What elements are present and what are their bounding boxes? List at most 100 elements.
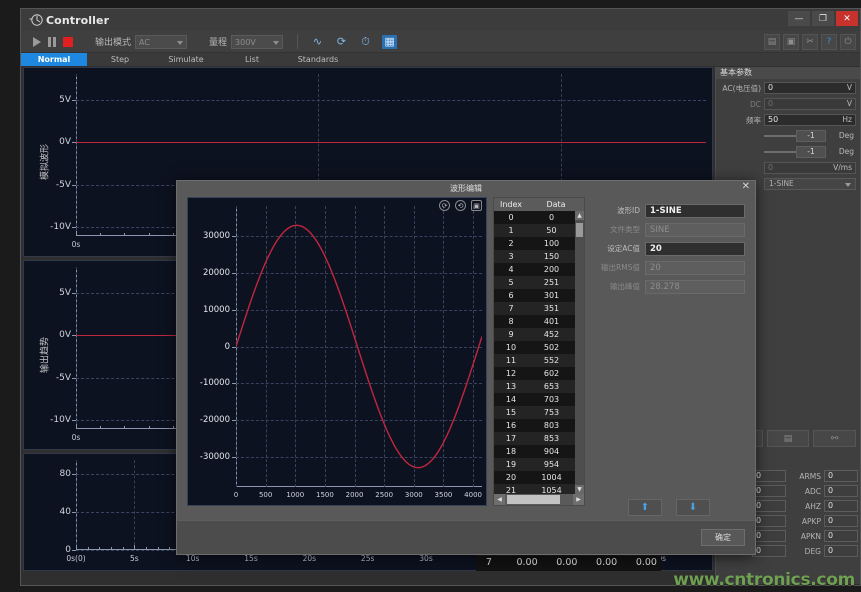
help-icon[interactable]: ? — [821, 34, 837, 50]
upload-icon[interactable]: ⬆ — [628, 499, 662, 516]
pause-icon[interactable] — [48, 37, 56, 47]
snapshot-icon[interactable]: ▣ — [471, 200, 482, 211]
waveform-editor-chart[interactable]: ⟳ ⟲ ▣ 3000020000100000-10000-20000-30000… — [187, 197, 487, 506]
close-button[interactable]: ✕ — [836, 11, 858, 26]
play-icon[interactable] — [33, 37, 41, 47]
waveform-plot-area[interactable]: 3000020000100000-10000-20000-30000050010… — [236, 206, 482, 487]
measurement-value[interactable]: 0 — [752, 470, 786, 482]
phase-icon[interactable]: ⟳ — [334, 35, 349, 49]
table-header: Index Data — [494, 198, 584, 211]
ok-button[interactable]: 确定 — [701, 529, 745, 546]
table-horizontal-scrollbar[interactable]: ◀ ▶ — [494, 494, 584, 505]
output-rms-field[interactable]: 20 — [645, 261, 745, 275]
table-row[interactable]: 2100 — [494, 237, 575, 250]
ac-voltage-field[interactable]: 0 V — [764, 82, 856, 94]
phase-start-slider[interactable]: -1 Deg — [764, 130, 856, 142]
measurement-value[interactable]: 0 — [824, 515, 858, 527]
table-row[interactable]: 13653 — [494, 380, 575, 393]
zoom-in-icon[interactable]: ⟳ — [439, 200, 450, 211]
table-row[interactable]: 8401 — [494, 315, 575, 328]
table-row[interactable]: 19954 — [494, 458, 575, 471]
table-rows[interactable]: 0015021003150420052516301735184019452105… — [494, 211, 575, 494]
measurement-value[interactable]: 0 — [752, 485, 786, 497]
scroll-thumb[interactable] — [576, 223, 583, 237]
table-row[interactable]: 12602 — [494, 367, 575, 380]
x-axis-minor-tick — [146, 547, 147, 550]
table-row[interactable]: 3150 — [494, 250, 575, 263]
set-ac-field[interactable]: 20 — [645, 242, 745, 256]
maximize-button[interactable]: ❐ — [812, 11, 834, 26]
tab-step[interactable]: Step — [87, 53, 153, 66]
table-row[interactable]: 18904 — [494, 445, 575, 458]
table-vertical-scrollbar[interactable]: ▲ ▼ — [575, 211, 584, 494]
table-row[interactable]: 15753 — [494, 406, 575, 419]
table-row[interactable]: 9452 — [494, 328, 575, 341]
table-row[interactable]: 211054 — [494, 484, 575, 494]
hscroll-thumb[interactable] — [507, 495, 560, 504]
table-row[interactable]: 7351 — [494, 302, 575, 315]
timer-icon[interactable]: ⏱ — [358, 35, 373, 49]
table-row[interactable]: 4200 — [494, 263, 575, 276]
tab-standards[interactable]: Standards — [285, 53, 351, 66]
phase-stop-value[interactable]: -1 — [796, 146, 826, 158]
ac-voltage-value: 0 — [768, 83, 773, 92]
measurement-value[interactable]: 0 — [824, 470, 858, 482]
grid-icon[interactable]: ▤ — [764, 34, 780, 50]
x-axis-minor-tick — [100, 426, 101, 429]
download-icon[interactable]: ⬇ — [676, 499, 710, 516]
file-type-field[interactable]: SINE — [645, 223, 745, 237]
x-axis-minor-tick — [134, 545, 135, 550]
table-row[interactable]: 201004 — [494, 471, 575, 484]
table-row[interactable]: 150 — [494, 224, 575, 237]
phase-stop-slider[interactable]: -1 Deg — [764, 146, 856, 158]
ac-voltage-unit: V — [847, 83, 852, 93]
tab-list[interactable]: List — [219, 53, 285, 66]
waveform-id-field[interactable]: 1-SINE — [645, 204, 745, 218]
cut-icon[interactable]: ✂ — [802, 34, 818, 50]
output-mode-select[interactable]: AC — [135, 35, 187, 49]
table-row[interactable]: 5251 — [494, 276, 575, 289]
zoom-out-icon[interactable]: ⟲ — [455, 200, 466, 211]
measurement-value[interactable]: 0 — [824, 530, 858, 542]
measurement-value[interactable]: 0 — [824, 545, 858, 557]
slew-rate-field[interactable]: 0 V/ms — [764, 162, 856, 174]
table-row[interactable]: 00 — [494, 211, 575, 224]
dc-voltage-field[interactable]: 0 V — [764, 98, 856, 110]
table-row[interactable]: 17853 — [494, 432, 575, 445]
tab-simulate[interactable]: Simulate — [153, 53, 219, 66]
display-icon[interactable]: ▦ — [382, 35, 397, 49]
measurement-value[interactable]: 0 — [752, 545, 786, 557]
frequency-field[interactable]: 50 Hz — [764, 114, 856, 126]
save-icon[interactable]: ▣ — [783, 34, 799, 50]
table-row[interactable]: 10502 — [494, 341, 575, 354]
dialog-close-icon[interactable]: ✕ — [742, 181, 750, 192]
table-row[interactable]: 14703 — [494, 393, 575, 406]
waveform-select[interactable]: 1-SINE — [764, 178, 856, 190]
measurement-value[interactable]: 0 — [824, 500, 858, 512]
output-peak-field[interactable]: 28.278 — [645, 280, 745, 294]
scroll-down-button[interactable]: ▼ — [575, 485, 584, 494]
list-icon[interactable]: ▤ — [767, 430, 810, 447]
measurement-value[interactable]: 0 — [752, 515, 786, 527]
waveform-icon[interactable]: ∿ — [310, 35, 325, 49]
power-icon[interactable]: ⏻ — [840, 34, 856, 50]
waveform-data-table[interactable]: Index Data 00150210031504200525163017351… — [493, 197, 585, 506]
table-row[interactable]: 70.000.000.000.00 — [476, 556, 661, 570]
link-icon[interactable]: ⚯ — [813, 430, 856, 447]
cell-index: 20 — [494, 473, 528, 482]
analog-waveform-ylabel: 模拟波形 — [38, 144, 51, 180]
scroll-up-button[interactable]: ▲ — [575, 211, 584, 220]
scroll-right-button[interactable]: ▶ — [573, 494, 584, 505]
table-row[interactable]: 6301 — [494, 289, 575, 302]
measurement-value[interactable]: 0 — [752, 530, 786, 542]
minimize-button[interactable]: — — [788, 11, 810, 26]
phase-start-value[interactable]: -1 — [796, 130, 826, 142]
table-row[interactable]: 11552 — [494, 354, 575, 367]
scroll-left-button[interactable]: ◀ — [494, 494, 505, 505]
record-icon[interactable] — [63, 37, 73, 47]
tab-normal[interactable]: Normal — [21, 53, 87, 66]
measurement-value[interactable]: 0 — [824, 485, 858, 497]
range-select[interactable]: 300V — [231, 35, 283, 49]
table-row[interactable]: 16803 — [494, 419, 575, 432]
measurement-value[interactable]: 0 — [752, 500, 786, 512]
